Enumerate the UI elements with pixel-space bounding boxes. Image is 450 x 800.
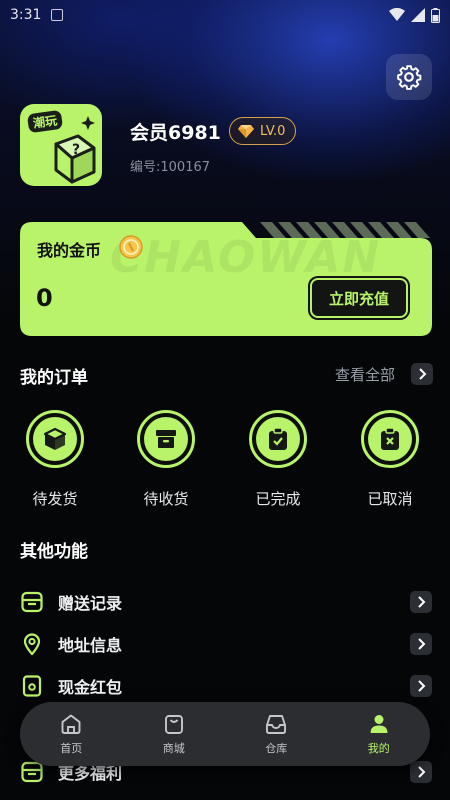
tab-label: 仓库 bbox=[265, 742, 288, 755]
profile-icon bbox=[370, 715, 388, 733]
order-label: 已取消 bbox=[367, 490, 413, 508]
tab-mall[interactable]: 商城 bbox=[123, 712, 226, 756]
order-icon-ring bbox=[26, 410, 84, 468]
warehouse-icon bbox=[266, 715, 287, 734]
battery-icon bbox=[431, 7, 440, 23]
status-indicators bbox=[389, 7, 440, 23]
view-all-orders-button[interactable] bbox=[411, 363, 433, 385]
function-address-info[interactable]: 地址信息 bbox=[20, 629, 432, 659]
chevron-button[interactable] bbox=[410, 633, 432, 655]
view-all-orders-link[interactable]: 查看全部 bbox=[335, 364, 395, 385]
tab-warehouse[interactable]: 仓库 bbox=[225, 712, 328, 756]
user-id: 编号:100167 bbox=[130, 160, 211, 175]
order-completed[interactable]: 已完成 bbox=[238, 410, 318, 509]
order-icon-ring bbox=[137, 410, 195, 468]
coin-title: 我的金币 bbox=[37, 241, 102, 260]
function-label: 现金红包 bbox=[58, 678, 123, 697]
chevron-right-icon bbox=[418, 638, 426, 650]
order-label: 待收货 bbox=[143, 490, 189, 508]
function-label: 赠送记录 bbox=[58, 594, 123, 613]
chevron-button[interactable] bbox=[410, 761, 432, 783]
bottom-tab-bar: 首页 商城 仓库 我的 bbox=[20, 702, 430, 766]
function-label: 地址信息 bbox=[58, 636, 123, 655]
function-red-packet[interactable]: 现金红包 bbox=[20, 671, 432, 701]
order-label: 已完成 bbox=[255, 490, 301, 508]
chevron-right-icon bbox=[418, 596, 426, 608]
coin-card: CHAOWAN 我的金币 0 立即充值 bbox=[20, 222, 432, 336]
diamond-icon bbox=[238, 124, 254, 138]
notification-a-icon bbox=[51, 9, 64, 21]
location-pin-icon bbox=[23, 633, 41, 656]
clipboard-x-icon bbox=[381, 427, 399, 450]
coin-icon bbox=[119, 235, 143, 259]
order-cancelled[interactable]: 已取消 bbox=[350, 410, 430, 509]
order-icon-ring bbox=[361, 410, 419, 468]
chevron-button[interactable] bbox=[410, 591, 432, 613]
tab-home[interactable]: 首页 bbox=[20, 712, 123, 756]
recharge-button[interactable]: 立即充值 bbox=[310, 278, 408, 318]
orders-title: 我的订单 bbox=[20, 368, 88, 388]
settings-button[interactable] bbox=[386, 54, 432, 100]
profile-section: ? 潮玩 会员6981 LV.0 编号:100167 bbox=[20, 104, 440, 190]
box-receive-icon bbox=[156, 430, 176, 448]
red-packet-icon bbox=[22, 675, 42, 697]
order-label: 待发货 bbox=[32, 490, 78, 508]
tab-label: 商城 bbox=[162, 742, 185, 755]
home-icon bbox=[61, 714, 81, 734]
status-bar: 3:31 bbox=[0, 0, 450, 30]
tab-label: 我的 bbox=[367, 742, 390, 755]
clipboard-check-icon bbox=[269, 427, 287, 450]
gear-icon bbox=[397, 65, 422, 90]
order-icon-ring bbox=[249, 410, 307, 468]
coin-watermark: CHAOWAN bbox=[110, 232, 382, 283]
order-status-row: 待发货 待收货 已完成 已取消 bbox=[0, 410, 450, 510]
shopping-bag-icon bbox=[164, 715, 183, 734]
package-icon bbox=[43, 427, 67, 450]
function-gift-record[interactable]: 赠送记录 bbox=[20, 587, 432, 617]
chevron-button[interactable] bbox=[410, 675, 432, 697]
chevron-right-icon bbox=[419, 368, 427, 380]
coin-balance: 0 bbox=[36, 284, 53, 312]
svg-text:?: ? bbox=[72, 142, 80, 158]
gift-record-icon bbox=[21, 591, 43, 613]
order-pending-receipt[interactable]: 待收货 bbox=[126, 410, 206, 509]
wifi-icon bbox=[389, 8, 405, 21]
tab-profile[interactable]: 我的 bbox=[328, 712, 431, 756]
username: 会员6981 bbox=[130, 122, 221, 144]
chevron-right-icon bbox=[418, 680, 426, 692]
functions-title: 其他功能 bbox=[20, 542, 88, 562]
avatar[interactable]: ? 潮玩 bbox=[20, 104, 102, 186]
level-text: LV.0 bbox=[260, 123, 286, 139]
order-pending-shipment[interactable]: 待发货 bbox=[15, 410, 95, 509]
chevron-right-icon bbox=[418, 766, 426, 778]
level-badge[interactable]: LV.0 bbox=[229, 117, 297, 145]
signal-icon bbox=[411, 8, 425, 22]
tab-label: 首页 bbox=[60, 742, 83, 755]
status-time: 3:31 bbox=[10, 7, 42, 23]
